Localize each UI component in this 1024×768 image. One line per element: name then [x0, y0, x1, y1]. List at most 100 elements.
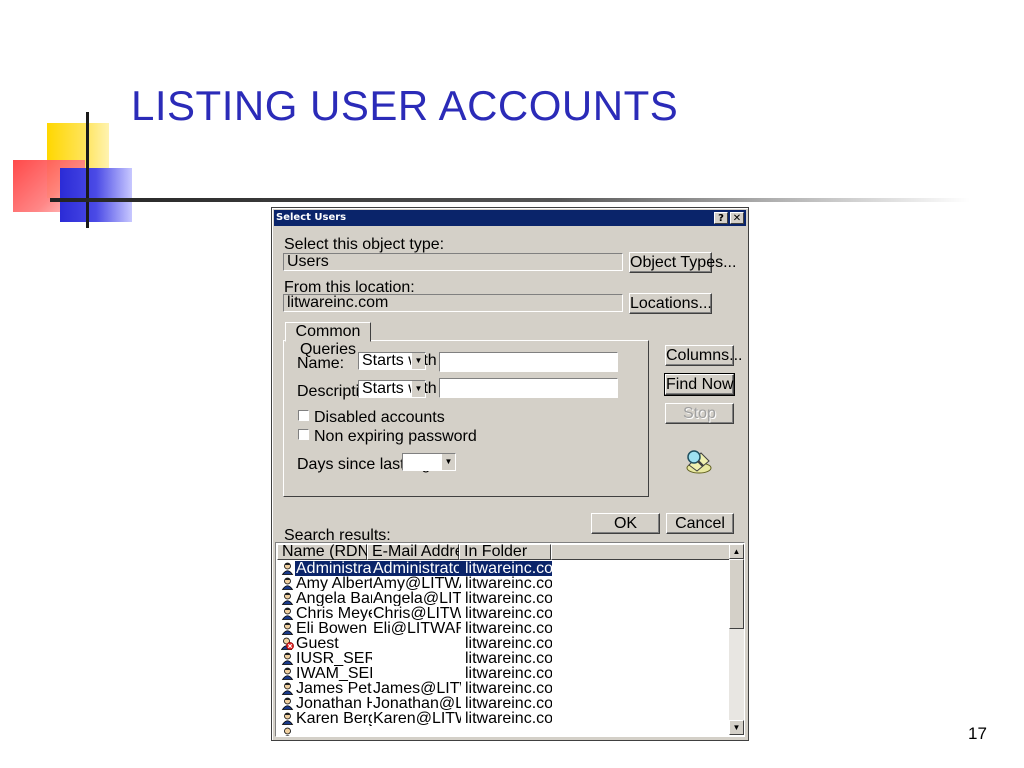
- name-input[interactable]: [439, 352, 618, 372]
- columns-button[interactable]: Columns...: [665, 345, 742, 366]
- user-icon: [281, 562, 294, 575]
- row-email: [371, 666, 461, 681]
- row-name: Jonathan Haas: [296, 696, 372, 711]
- description-mode-value: Starts with: [362, 380, 437, 397]
- user-icon: [281, 607, 294, 620]
- row-name: Angela Barbar...: [296, 591, 372, 606]
- column-header-blank: [551, 544, 731, 560]
- row-email: Angela@LITWA...: [373, 591, 461, 606]
- row-folder: litwareinc.com/...: [465, 711, 552, 726]
- row-email: Amy@LITWAR...: [373, 576, 461, 591]
- decor-vertical-line: [86, 112, 89, 228]
- row-name: Karen Berge: [296, 711, 372, 726]
- row-email: [371, 651, 461, 666]
- row-folder: litwareinc.com/...: [465, 651, 552, 666]
- table-row[interactable]: Angela Barbar... Angela@LITWA... litware…: [278, 591, 552, 606]
- row-folder: litwareinc.com/...: [459, 561, 552, 576]
- find-query-icon: [686, 450, 712, 474]
- days-since-logon-select[interactable]: ▼: [402, 453, 456, 471]
- row-folder: litwareinc.com/...: [465, 636, 552, 651]
- help-button[interactable]: ?: [714, 212, 728, 224]
- tab-common-queries[interactable]: Common Queries: [285, 322, 371, 358]
- row-email: Jonathan@LIT...: [373, 696, 461, 711]
- object-type-field: Users: [283, 253, 623, 271]
- row-folder: litwareinc.com/...: [465, 606, 552, 621]
- chevron-down-icon: ▼: [732, 723, 741, 732]
- table-row[interactable]: IUSR_SERV... litwareinc.com/...: [278, 651, 552, 666]
- row-name: James Peters: [296, 681, 372, 696]
- scroll-thumb[interactable]: [729, 559, 744, 629]
- user-icon: [281, 712, 294, 725]
- table-row-partial: [278, 726, 552, 736]
- row-name: Chris Meyer: [296, 606, 372, 621]
- user-icon: [281, 667, 294, 680]
- scroll-up-button[interactable]: ▲: [729, 544, 744, 559]
- scroll-down-button[interactable]: ▼: [729, 720, 744, 735]
- row-folder: litwareinc.com/...: [465, 591, 552, 606]
- ok-button[interactable]: OK: [591, 513, 660, 534]
- description-mode-select[interactable]: Starts with ▼: [358, 380, 437, 398]
- table-row[interactable]: James Peters James@LITWA... litwareinc.c…: [278, 681, 552, 696]
- user-icon: [284, 727, 291, 736]
- chevron-down-icon: ▼: [411, 353, 425, 369]
- object-type-label: Select this object type:: [284, 236, 445, 253]
- column-header-name[interactable]: Name (RDN): [277, 544, 374, 560]
- row-name: Amy Alberts: [296, 576, 372, 591]
- table-row[interactable]: IWAM_SERV... litwareinc.com/...: [278, 666, 552, 681]
- non-expiring-password-checkbox[interactable]: [298, 429, 309, 440]
- locations-button[interactable]: Locations...: [629, 293, 712, 314]
- slide-number: 17: [968, 724, 987, 743]
- row-folder: litwareinc.com/...: [465, 681, 552, 696]
- cancel-button[interactable]: Cancel: [666, 513, 734, 534]
- close-button[interactable]: ✕: [730, 212, 744, 224]
- row-name: IWAM_SERV...: [296, 666, 372, 681]
- row-folder: litwareinc.com/...: [465, 666, 552, 681]
- decor-horizontal-line: [50, 198, 970, 202]
- non-expiring-password-label: Non expiring password: [314, 428, 477, 445]
- dialog-title: Select Users: [276, 212, 347, 223]
- row-email: Eli@LITWAREI...: [373, 621, 461, 636]
- row-folder: litwareinc.com/...: [465, 621, 552, 636]
- table-row[interactable]: Karen Berge Karen@LITWA... litwareinc.co…: [278, 711, 552, 726]
- row-email: Karen@LITWA...: [373, 711, 461, 726]
- chevron-down-icon: ▼: [441, 454, 455, 470]
- stop-button[interactable]: Stop: [665, 403, 734, 424]
- table-row[interactable]: Chris Meyer Chris@LITWAR... litwareinc.c…: [278, 606, 552, 621]
- dialog-titlebar: Select Users ? ✕: [274, 210, 746, 226]
- chevron-down-icon: ▼: [411, 381, 425, 397]
- table-row[interactable]: Amy Alberts Amy@LITWAR... litwareinc.com…: [278, 576, 552, 591]
- row-email: Chris@LITWAR...: [373, 606, 461, 621]
- column-header-folder[interactable]: In Folder: [459, 544, 551, 560]
- row-name: Guest: [296, 636, 339, 651]
- table-row[interactable]: Administrator Administrator@L... litware…: [278, 561, 552, 576]
- table-row[interactable]: Guest litwareinc.com/...: [278, 636, 552, 651]
- slide-title: LISTING USER ACCOUNTS: [131, 82, 679, 129]
- disabled-accounts-label: Disabled accounts: [314, 409, 445, 426]
- description-input[interactable]: [439, 378, 618, 398]
- user-icon: [281, 682, 294, 695]
- table-row[interactable]: Eli Bowen Eli@LITWAREI... litwareinc.com…: [278, 621, 552, 636]
- search-results-list[interactable]: Name (RDN) E-Mail Address In Folder Admi…: [275, 542, 745, 737]
- location-field: litwareinc.com: [283, 294, 623, 312]
- row-email: Administrator@L...: [371, 561, 461, 576]
- row-name: Administrator: [295, 561, 372, 576]
- column-header-email[interactable]: E-Mail Address: [367, 544, 480, 560]
- user-icon: [281, 652, 294, 665]
- decor-blue-square: [60, 168, 132, 222]
- row-email: [371, 636, 461, 651]
- close-icon: ✕: [732, 213, 742, 224]
- name-mode-value: Starts with: [362, 352, 437, 369]
- row-email: James@LITWA...: [373, 681, 461, 696]
- disabled-user-icon: [281, 637, 294, 650]
- find-now-button[interactable]: Find Now: [664, 373, 735, 396]
- results-scrollbar[interactable]: ▲ ▼: [729, 544, 744, 735]
- table-row[interactable]: Jonathan Haas Jonathan@LIT... litwareinc…: [278, 696, 552, 711]
- disabled-accounts-checkbox[interactable]: [298, 410, 309, 421]
- name-mode-select[interactable]: Starts with ▼: [358, 352, 437, 370]
- user-icon: [281, 592, 294, 605]
- chevron-up-icon: ▲: [732, 547, 741, 556]
- object-types-button[interactable]: Object Types...: [629, 252, 736, 273]
- row-name: IUSR_SERV...: [296, 651, 372, 666]
- user-icon: [281, 697, 294, 710]
- row-folder: litwareinc.com/...: [465, 696, 552, 711]
